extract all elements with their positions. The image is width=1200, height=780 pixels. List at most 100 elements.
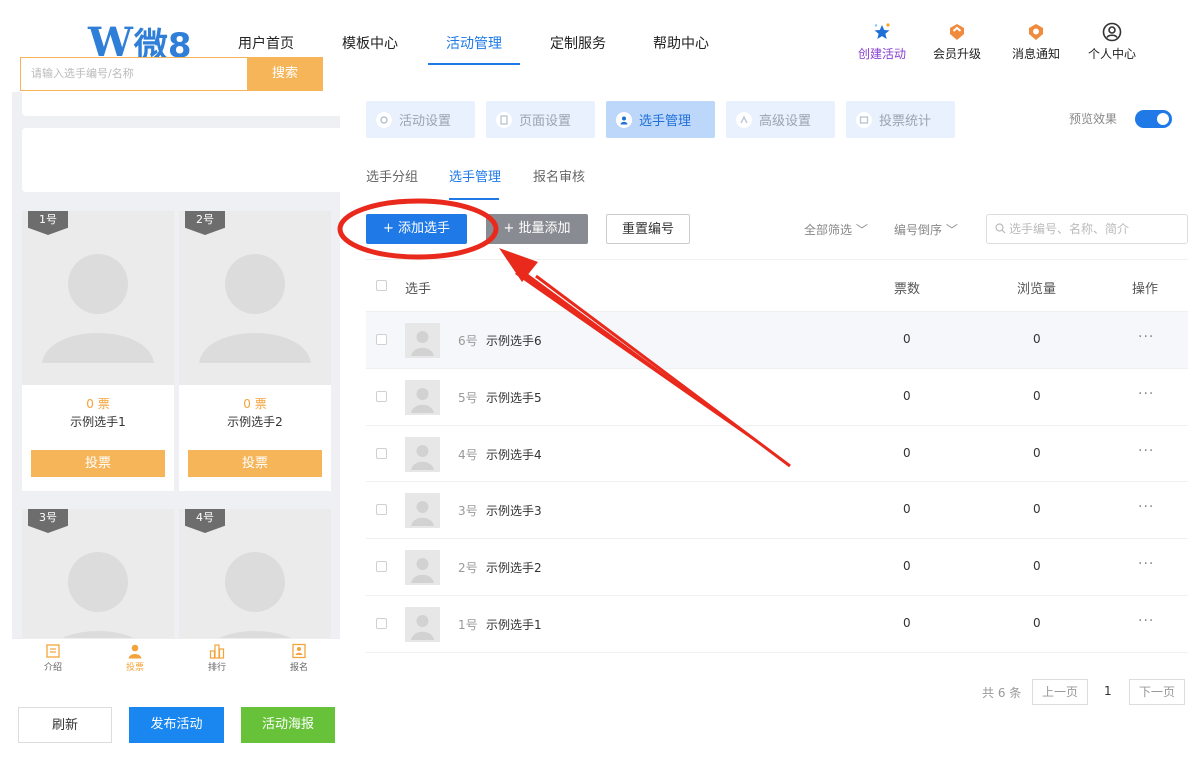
avatar xyxy=(405,437,440,472)
header-votes: 票数 xyxy=(894,282,921,297)
prev-page-button[interactable]: 上一页 xyxy=(1032,679,1088,705)
tab-activity-settings[interactable]: 活动设置 xyxy=(366,101,475,138)
preview-tab-label: 排行 xyxy=(207,663,226,673)
filter-all-dropdown[interactable]: 全部筛选 ﹀ xyxy=(804,221,868,238)
member-upgrade-button[interactable]: 会员升级 xyxy=(925,22,989,62)
header-player: 选手 xyxy=(405,282,432,297)
subtab-player-management[interactable]: 选手管理 xyxy=(449,166,501,185)
more-actions-button[interactable]: ··· xyxy=(1138,443,1154,459)
candidate-card[interactable]: 1号 0 票 示例选手1 投票 xyxy=(22,211,174,491)
search-placeholder: 选手编号、名称、简介 xyxy=(1009,222,1130,236)
person-silhouette-icon xyxy=(42,254,154,363)
vote-button[interactable]: 投票 xyxy=(31,450,165,477)
table-row[interactable]: 5号 示例选手5 0 0 ··· xyxy=(366,368,1188,425)
nav-custom-service[interactable]: 定制服务 xyxy=(550,33,606,53)
table-row[interactable]: 4号 示例选手4 0 0 ··· xyxy=(366,425,1188,482)
avatar xyxy=(405,323,440,358)
preview-tab-ranking[interactable]: 排行 xyxy=(176,639,258,682)
tab-label: 投票统计 xyxy=(879,114,932,129)
notifications-label: 消息通知 xyxy=(1011,47,1060,61)
candidate-card[interactable]: 2号 0 票 示例选手2 投票 xyxy=(179,211,331,491)
nav-user-home[interactable]: 用户首页 xyxy=(238,33,294,53)
activity-poster-button[interactable]: 活动海报 xyxy=(241,707,335,743)
create-activity-button[interactable]: 创建活动 xyxy=(850,22,914,62)
candidate-card[interactable]: 3号 xyxy=(22,509,174,638)
nav-template-center[interactable]: 模板中心 xyxy=(342,33,398,53)
reset-numbers-button[interactable]: 重置编号 xyxy=(606,214,690,244)
batch-add-button[interactable]: + 批量添加 xyxy=(486,214,588,244)
advanced-icon xyxy=(736,111,752,128)
tab-player-management[interactable]: 选手管理 xyxy=(606,101,715,138)
tab-label: 选手管理 xyxy=(639,114,692,129)
preview-effect-toggle[interactable] xyxy=(1135,110,1172,128)
tab-advanced-settings[interactable]: 高级设置 xyxy=(726,101,835,138)
preview-tab-signup[interactable]: 报名 xyxy=(258,639,340,682)
table-row[interactable]: 6号 示例选手6 0 0 ··· xyxy=(366,311,1188,368)
more-actions-button[interactable]: ··· xyxy=(1138,613,1154,629)
tab-vote-statistics[interactable]: 投票统计 xyxy=(846,101,955,138)
tab-page-settings[interactable]: 页面设置 xyxy=(486,101,595,138)
select-all-checkbox[interactable] xyxy=(376,280,387,291)
current-page[interactable]: 1 xyxy=(1104,684,1112,698)
row-checkbox[interactable] xyxy=(376,504,387,515)
personal-center-button[interactable]: 个人中心 xyxy=(1080,22,1144,62)
candidate-photo: 4号 xyxy=(179,509,331,638)
tab-label: 活动设置 xyxy=(399,114,452,129)
vote-count: 0 xyxy=(903,446,911,460)
candidate-name: 示例选手1 xyxy=(70,415,126,429)
preview-tab-label: 投票 xyxy=(125,663,144,673)
player-number: 6号 xyxy=(458,334,478,348)
more-actions-button[interactable]: ··· xyxy=(1138,556,1154,572)
candidate-card[interactable]: 4号 xyxy=(179,509,331,638)
table-row[interactable]: 2号 示例选手2 0 0 ··· xyxy=(366,538,1188,595)
player-name: 示例选手6 xyxy=(486,334,542,348)
table-row[interactable]: 1号 示例选手1 0 0 ··· xyxy=(366,595,1188,652)
vote-count: 0 xyxy=(903,389,911,403)
subtab-player-groups[interactable]: 选手分组 xyxy=(366,166,418,185)
person-silhouette-icon xyxy=(411,615,434,640)
add-player-button[interactable]: + 添加选手 xyxy=(366,214,467,244)
sort-order-dropdown[interactable]: 编号倒序 ﹀ xyxy=(894,221,958,238)
player-name: 示例选手4 xyxy=(486,448,542,462)
candidate-votes: 0 票 xyxy=(243,397,267,411)
nav-activity-management[interactable]: 活动管理 xyxy=(446,33,502,53)
row-checkbox[interactable] xyxy=(376,448,387,459)
preview-tab-vote[interactable]: 投票 xyxy=(94,639,176,682)
vote-button[interactable]: 投票 xyxy=(188,450,322,477)
more-actions-button[interactable]: ··· xyxy=(1138,386,1154,402)
subtab-registration-review[interactable]: 报名审核 xyxy=(533,166,585,185)
person-silhouette-icon xyxy=(199,254,311,363)
gear-icon xyxy=(376,111,392,128)
ranking-icon xyxy=(209,644,225,659)
subtab-active-underline xyxy=(449,198,499,200)
avatar xyxy=(405,493,440,528)
player-search-input[interactable]: 选手编号、名称、简介 xyxy=(986,214,1188,244)
view-count: 0 xyxy=(1033,389,1041,403)
view-count: 0 xyxy=(1033,446,1041,460)
row-checkbox[interactable] xyxy=(376,334,387,345)
person-silhouette-icon xyxy=(411,331,434,356)
notifications-button[interactable]: 消息通知 xyxy=(1004,22,1068,62)
row-checkbox[interactable] xyxy=(376,618,387,629)
personal-center-label: 个人中心 xyxy=(1087,47,1136,61)
player-icon xyxy=(616,111,632,128)
preview-search-button[interactable]: 搜索 xyxy=(247,57,323,91)
player-name: 示例选手3 xyxy=(486,504,542,518)
person-silhouette-icon xyxy=(411,558,434,583)
publish-activity-button[interactable]: 发布活动 xyxy=(129,707,224,743)
intro-icon xyxy=(46,644,60,658)
create-activity-label: 创建活动 xyxy=(857,47,906,61)
next-page-button[interactable]: 下一页 xyxy=(1129,679,1185,705)
view-count: 0 xyxy=(1033,616,1041,630)
vote-count: 0 xyxy=(903,332,911,346)
nav-help-center[interactable]: 帮助中心 xyxy=(653,33,709,53)
header-views: 浏览量 xyxy=(1017,282,1057,297)
preview-search-input[interactable]: 请输入选手编号/名称 xyxy=(20,57,248,91)
more-actions-button[interactable]: ··· xyxy=(1138,329,1154,345)
row-checkbox[interactable] xyxy=(376,561,387,572)
table-row[interactable]: 3号 示例选手3 0 0 ··· xyxy=(366,481,1188,538)
refresh-button[interactable]: 刷新 xyxy=(18,707,112,743)
preview-tab-intro[interactable]: 介绍 xyxy=(12,639,94,682)
row-checkbox[interactable] xyxy=(376,391,387,402)
more-actions-button[interactable]: ··· xyxy=(1138,499,1154,515)
